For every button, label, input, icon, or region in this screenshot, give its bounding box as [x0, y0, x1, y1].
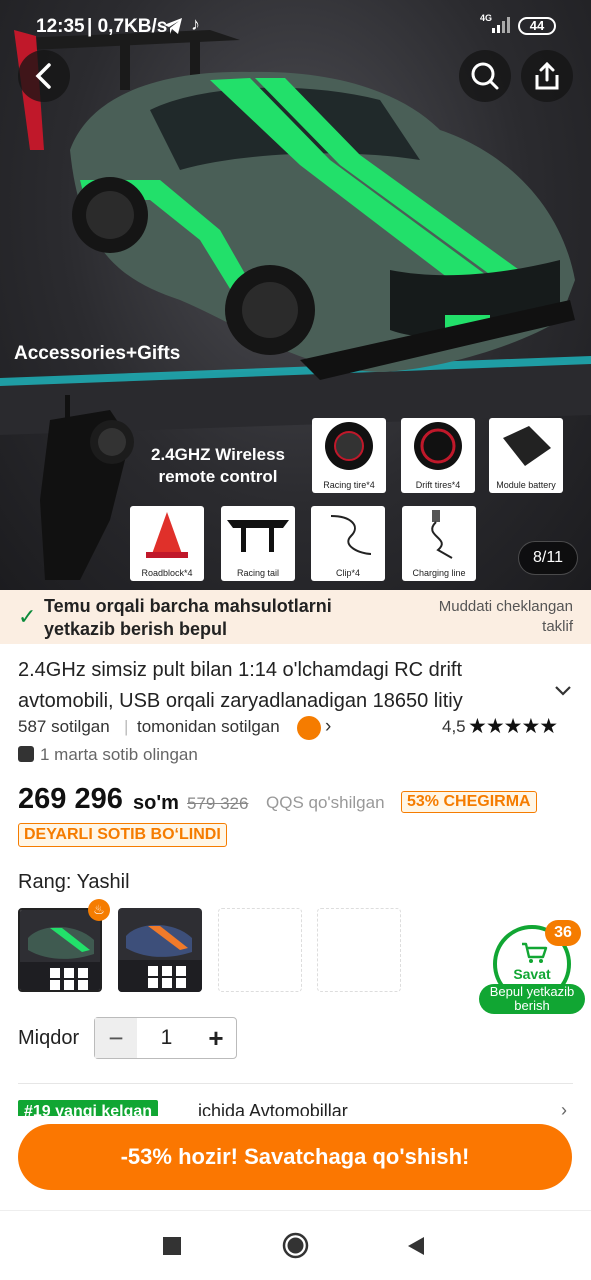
quantity-label: Miqdor: [18, 1027, 80, 1049]
free-shipping-banner[interactable]: ✓ Temu orqali barcha mahsulotlarni yetka…: [0, 590, 591, 644]
accessory-tile: Module battery: [489, 418, 563, 493]
seller-logo-icon[interactable]: [297, 716, 321, 740]
original-price: 579 326: [187, 794, 249, 813]
cart-free-shipping: Bepul yetkazib berish: [479, 984, 585, 1014]
remote-caption: 2.4GHZ Wireless remote control: [150, 445, 286, 486]
search-button[interactable]: [459, 50, 511, 102]
spoiler-icon: [227, 520, 289, 552]
search-icon: [471, 62, 499, 90]
chevron-right-icon[interactable]: ›: [325, 716, 331, 738]
rank-category: ichida Avtomobillar: [198, 1101, 348, 1116]
bag-icon: [18, 746, 34, 762]
current-price: 269 296: [18, 783, 123, 815]
rating-stars-icon[interactable]: ★★★★★: [468, 714, 558, 739]
purchase-count: 1 marta sotib olingan: [18, 745, 198, 765]
check-icon: ✓: [18, 604, 37, 629]
swatch-thumbnail: [20, 910, 100, 990]
accessory-tile: Clip*4: [311, 506, 385, 581]
color-swatch-placeholder[interactable]: [317, 908, 401, 992]
price-row: 269 296 so'm 579 326 QQS qo'shilgan 53% …: [18, 783, 578, 819]
accessory-tile: Racing tail: [221, 506, 295, 581]
network-type: 4G: [480, 13, 493, 23]
chevron-left-icon: [35, 63, 51, 89]
cart-count-badge: 36: [545, 920, 581, 946]
back-nav-icon[interactable]: [406, 1236, 426, 1256]
share-icon: [535, 61, 559, 90]
limited-offer-label: Muddati cheklangan taklif: [438, 598, 573, 635]
currency: so'm: [133, 792, 179, 814]
product-meta: 587 sotilgan | tomonidan sotilgan › 4,5 …: [18, 714, 578, 741]
tiktok-icon: ♪: [191, 14, 200, 34]
seller-label[interactable]: tomonidan sotilgan: [137, 717, 280, 737]
clip-icon: [330, 515, 372, 555]
product-title[interactable]: 2.4GHz simsiz pult bilan 1:14 o'lchamdag…: [18, 655, 548, 717]
battery-icon: 44: [518, 17, 556, 35]
color-swatch-green[interactable]: [18, 908, 102, 992]
home-icon[interactable]: [282, 1232, 309, 1259]
color-swatch-placeholder[interactable]: [218, 908, 302, 992]
almost-sold-badge: DEYARLI SOTIB BO‘LINDI: [18, 823, 227, 847]
image-counter: 8/11: [518, 541, 578, 575]
cart-icon: [522, 942, 548, 963]
cart-label: Savat: [513, 966, 551, 982]
increase-button[interactable]: +: [196, 1018, 236, 1058]
status-speed: | 0,7KB/s: [87, 16, 168, 37]
cable-icon: [431, 510, 453, 559]
color-label: Rang: Yashil: [18, 871, 130, 893]
category-rank[interactable]: #19 yangi kelgan ichida Avtomobillar ›: [18, 1100, 578, 1116]
product-image[interactable]: 12:35 | 0,7KB/s ♪ 4G 44 Accessories+Gift…: [0, 0, 591, 590]
swatch-thumbnail: [118, 908, 202, 992]
rank-badge: #19 yangi kelgan: [18, 1100, 159, 1116]
accessory-tile: Charging line: [402, 506, 476, 581]
accessory-tile: Racing tire*4: [312, 418, 386, 493]
tire-icon: [414, 422, 462, 470]
system-nav-bar: [0, 1210, 591, 1280]
flame-icon: ♨: [88, 899, 110, 921]
chevron-down-icon[interactable]: [553, 684, 573, 698]
add-to-cart-button[interactable]: -53% hozir! Savatchaga qo'shish!: [18, 1124, 572, 1190]
telegram-icon: [164, 18, 182, 34]
back-button[interactable]: [18, 50, 70, 102]
chevron-right-icon: ›: [561, 1100, 567, 1116]
recents-icon[interactable]: [163, 1237, 181, 1255]
status-bar: 12:35 | 0,7KB/s ♪ 4G 44: [0, 0, 591, 52]
separator: |: [124, 717, 129, 736]
battery-level: 44: [529, 18, 545, 33]
divider: [18, 1083, 573, 1084]
quantity-stepper: − 1 +: [94, 1017, 237, 1059]
cone-icon: [146, 512, 188, 558]
free-shipping-message: Temu orqali barcha mahsulotlarni yetkazi…: [44, 596, 332, 639]
sold-count: 587 sotilgan: [18, 717, 110, 736]
quantity-value[interactable]: 1: [137, 1018, 196, 1058]
status-time: 12:35: [36, 16, 85, 37]
share-button[interactable]: [521, 50, 573, 102]
tire-icon: [325, 422, 373, 470]
discount-badge: 53% CHEGIRMA: [401, 791, 537, 813]
decrease-button[interactable]: −: [95, 1018, 137, 1058]
vat-label: QQS qo'shilgan: [266, 793, 385, 812]
accessory-tile: Drift tires*4: [401, 418, 475, 493]
add-to-cart-bar: -53% hozir! Savatchaga qo'shish!: [0, 1116, 591, 1210]
signal-icon: [492, 17, 510, 33]
accessories-caption: Accessories+Gifts: [14, 343, 181, 364]
battery-module-icon: [503, 426, 551, 466]
color-swatch-blue[interactable]: [118, 908, 202, 992]
rating-value: 4,5: [442, 717, 466, 736]
accessory-tile: Roadblock*4: [130, 506, 204, 581]
